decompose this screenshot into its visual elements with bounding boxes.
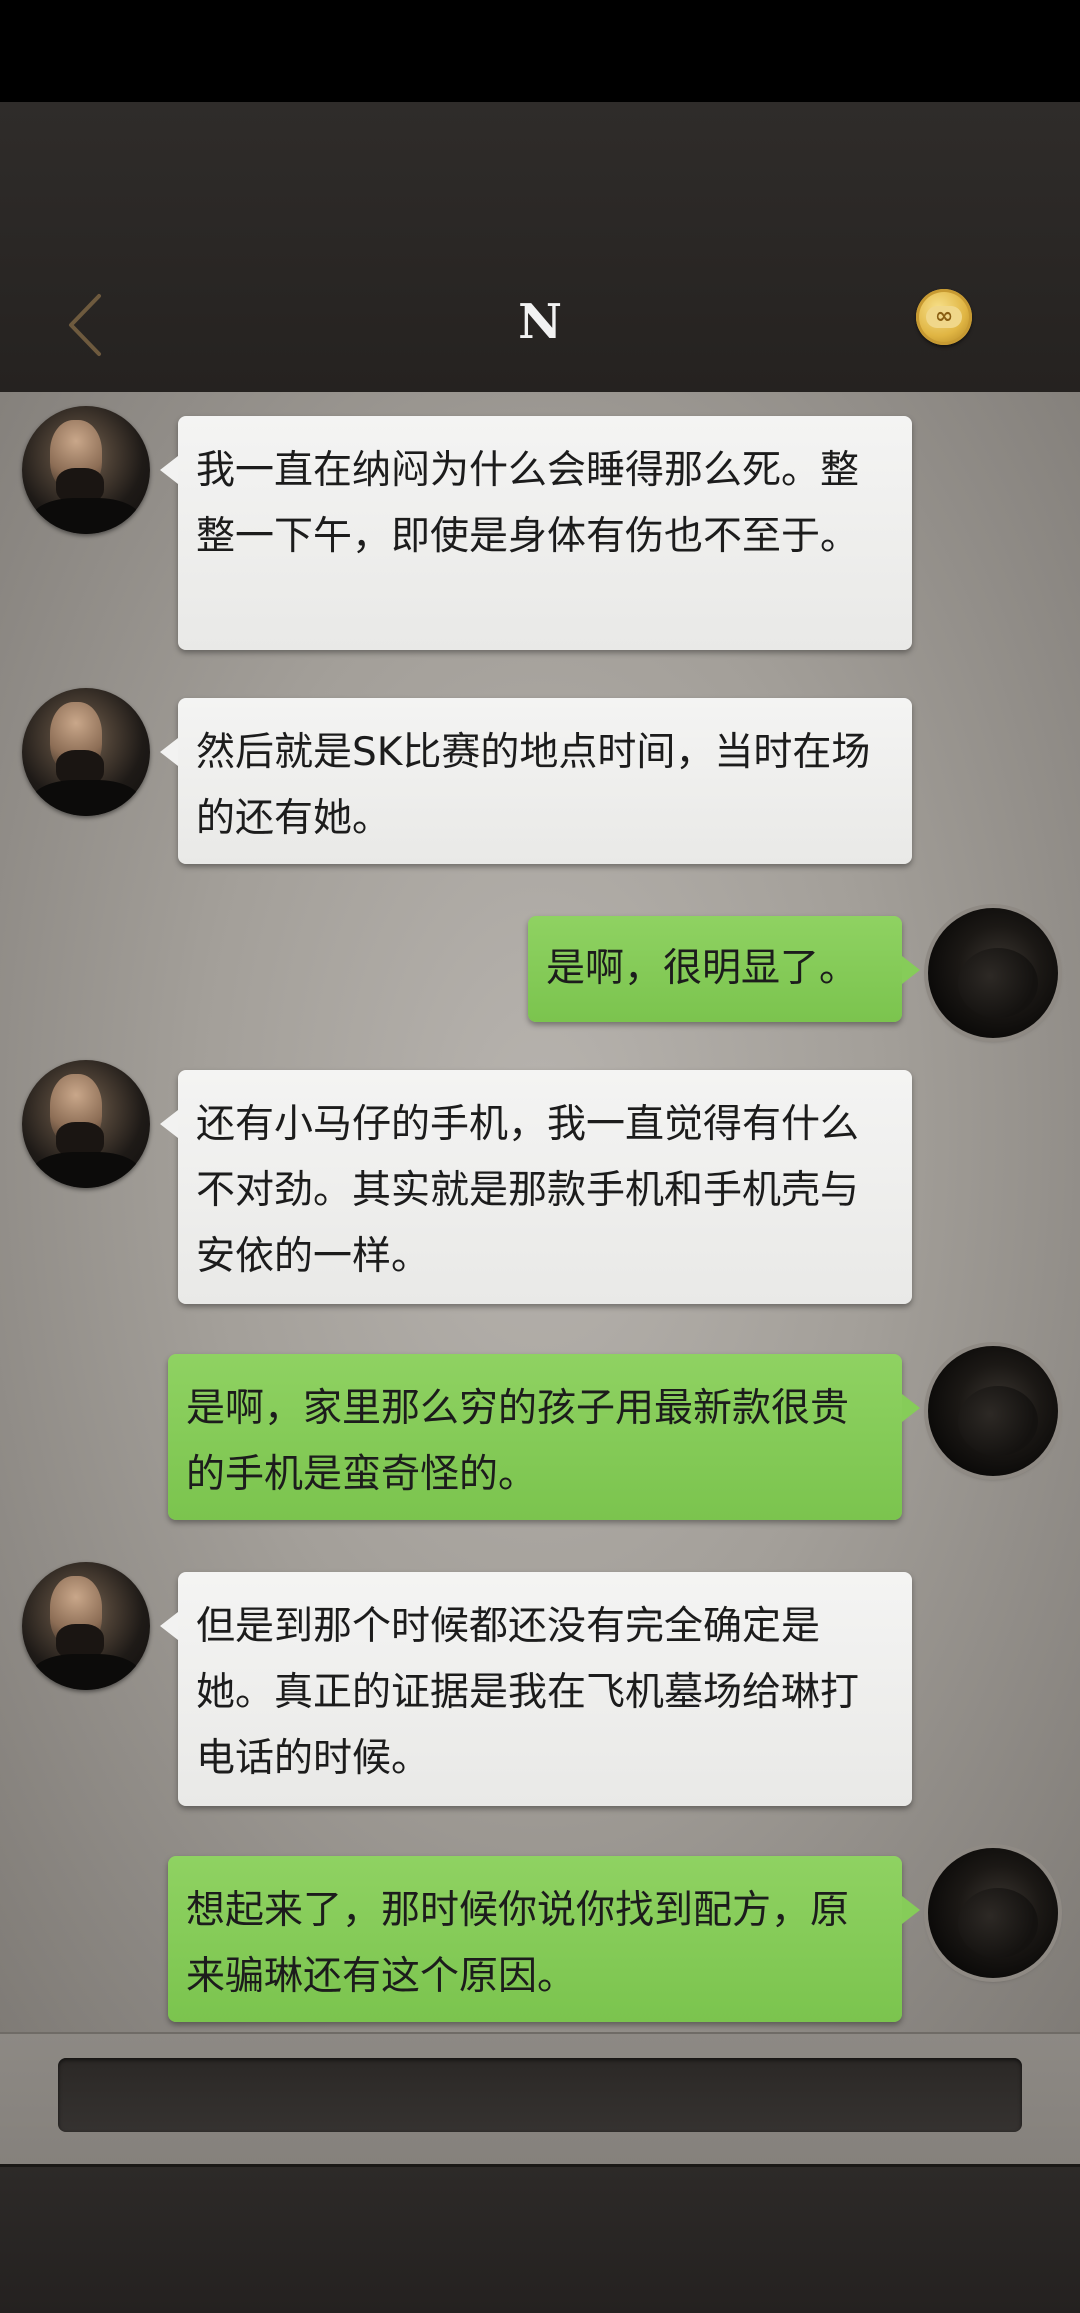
badge-button[interactable]: ∞ (916, 289, 972, 345)
message-text: 是啊，很明显了。 (546, 946, 859, 991)
message-bubble-incoming[interactable]: 还有小马仔的手机，我一直觉得有什么不对劲。其实就是那款手机和手机壳与安依的一样。 (160, 1070, 912, 1304)
bottom-bar (0, 2164, 1080, 2313)
message-text: 还有小马仔的手机，我一直觉得有什么不对劲。其实就是那款手机和手机壳与安依的一样。 (196, 1102, 860, 1279)
message-bubble-incoming[interactable]: 但是到那个时候都还没有完全确定是她。真正的证据是我在飞机墓场给琳打电话的时候。 (160, 1572, 912, 1806)
status-bar (0, 0, 1080, 102)
message-text: 但是到那个时候都还没有完全确定是她。真正的证据是我在飞机墓场给琳打电话的时候。 (196, 1604, 860, 1781)
message-text: 然后就是SK比赛的地点时间，当时在场的还有她。 (196, 730, 871, 841)
user-avatar[interactable] (928, 1346, 1058, 1476)
chat-area[interactable]: 我一直在纳闷为什么会睡得那么死。整整一下午，即使是身体有伤也不至于。 然后就是S… (0, 392, 1080, 2032)
message-text: 是啊，家里那么穷的孩子用最新款很贵的手机是蛮奇怪的。 (186, 1386, 850, 1497)
message-bubble-incoming[interactable]: 我一直在纳闷为什么会睡得那么死。整整一下午，即使是身体有伤也不至于。 (160, 416, 912, 650)
message-bubble-outgoing[interactable]: 是啊，很明显了。 (528, 916, 920, 1022)
contact-avatar[interactable] (22, 1060, 150, 1188)
contact-avatar[interactable] (22, 406, 150, 534)
message-bubble-incoming[interactable]: 然后就是SK比赛的地点时间，当时在场的还有她。 (160, 698, 912, 864)
contact-avatar[interactable] (22, 688, 150, 816)
message-input[interactable] (58, 2058, 1022, 2132)
message-text: 我一直在纳闷为什么会睡得那么死。整整一下午，即使是身体有伤也不至于。 (196, 448, 860, 559)
user-avatar[interactable] (928, 1848, 1058, 1978)
contact-avatar[interactable] (22, 1562, 150, 1690)
message-text: 想起来了，那时候你说你找到配方，原来骗琳还有这个原因。 (186, 1888, 850, 1999)
infinity-icon: ∞ (926, 306, 962, 328)
user-avatar[interactable] (928, 908, 1058, 1038)
message-bubble-outgoing[interactable]: 是啊，家里那么穷的孩子用最新款很贵的手机是蛮奇怪的。 (168, 1354, 920, 1520)
message-bubble-outgoing[interactable]: 想起来了，那时候你说你找到配方，原来骗琳还有这个原因。 (168, 1856, 920, 2022)
